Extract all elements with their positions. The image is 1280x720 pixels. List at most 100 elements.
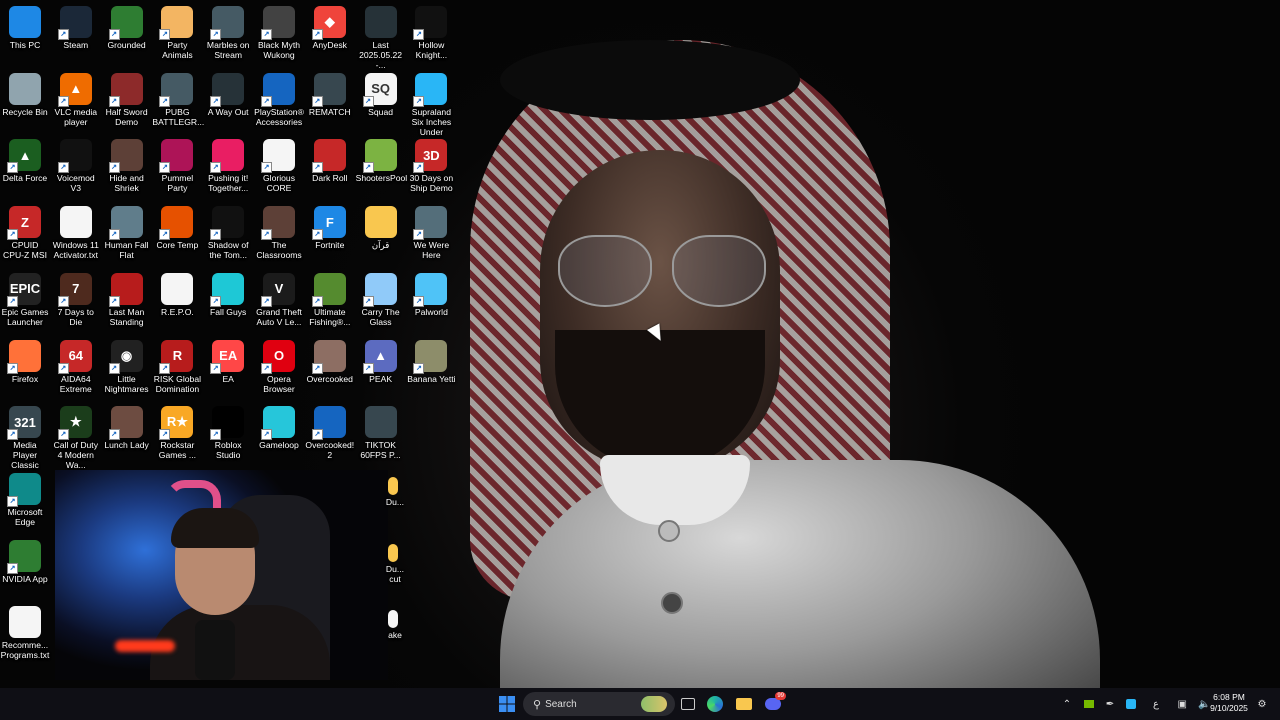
- desktop-icon[interactable]: ↗ Last Man Standing: [102, 269, 152, 336]
- desktop-icon[interactable]: ↗ Half Sword Demo: [102, 69, 152, 136]
- desktop-icon[interactable]: ↗ Ultimate Fishing®...: [305, 269, 355, 336]
- monitor-icon: [9, 6, 41, 38]
- tray-nvidia[interactable]: [1081, 694, 1097, 714]
- desktop-icon[interactable]: ↗ Fall Guys: [203, 269, 253, 336]
- desktop-icon[interactable]: ↗ Grounded: [102, 2, 152, 69]
- desktop-icon[interactable]: ★ ↗ Call of Duty 4 Modern Wa...: [51, 402, 101, 470]
- taskbar-file-explorer-button[interactable]: [731, 692, 757, 716]
- desktop-icon[interactable]: Windows 11 Activator.txt: [51, 202, 101, 269]
- desktop-icon[interactable]: ↗ Overcooked! 2: [305, 402, 355, 469]
- task-view-button[interactable]: [675, 692, 701, 716]
- desktop-icon[interactable]: ↗ PlayStation® Accessories: [254, 69, 304, 136]
- desktop-icon[interactable]: ↗ Pummel Party: [152, 135, 202, 202]
- media-player-icon: 321 ↗: [7, 406, 41, 441]
- taskbar-discord-button[interactable]: 99: [760, 692, 786, 716]
- desktop-icon-label: Last Man Standing: [108, 306, 145, 327]
- chevron-up-icon: ⌃: [1062, 698, 1072, 710]
- taskbar-search-box[interactable]: ⚲ Search: [523, 692, 675, 716]
- desktop-icon[interactable]: R.E.P.O.: [152, 269, 202, 336]
- desktop-icon[interactable]: ↗ PUBG BATTLEGR...: [152, 69, 204, 136]
- start-button[interactable]: [494, 692, 520, 716]
- desktop-icon[interactable]: R★ ↗ Rockstar Games ...: [152, 402, 202, 469]
- carry-the-glass-icon: ↗: [362, 272, 397, 307]
- desktop-icon-partial[interactable]: ake: [384, 606, 406, 673]
- desktop-icon[interactable]: ↗ ShootersPool: [356, 135, 407, 202]
- desktop-icon[interactable]: ▲ ↗ VLC media player: [51, 69, 101, 136]
- desktop-icon[interactable]: ↗ Supraland Six Inches Under: [406, 69, 456, 137]
- cod4-icon: ★ ↗: [57, 406, 92, 441]
- desktop-icon[interactable]: ↗ Shadow of the Tom...: [203, 202, 253, 269]
- taskbar-edge-button[interactable]: [702, 692, 728, 716]
- taskbar-clock[interactable]: 6:08 PM 9/10/2025: [1204, 692, 1254, 714]
- desktop-icon[interactable]: ↗ Banana Yetti: [406, 336, 456, 403]
- shortcut-arrow-icon: ↗: [57, 29, 69, 40]
- shortcut-arrow-icon: ↗: [159, 95, 171, 107]
- desktop-icon[interactable]: ↗ Overcooked: [305, 336, 355, 403]
- desktop-icon[interactable]: 321 ↗ Media Player Classic: [0, 402, 50, 470]
- desktop-icon[interactable]: ◉ ↗ Little Nightmares: [102, 336, 152, 403]
- tray-security[interactable]: [1123, 694, 1139, 714]
- dark-roll-icon: ↗: [311, 139, 346, 174]
- desktop-icon[interactable]: ↗ Firefox: [0, 336, 50, 403]
- desktop-icon[interactable]: Recycle Bin: [0, 69, 50, 136]
- desktop-icon[interactable]: 7 ↗ 7 Days to Die: [51, 269, 101, 336]
- delta-force-icon: ▲ ↗: [7, 139, 41, 174]
- desktop-icon[interactable]: EA ↗ EA: [203, 336, 253, 403]
- desktop-icon[interactable]: ↗ Party Animals: [152, 2, 202, 69]
- wallpaper-thobe: [500, 460, 1100, 688]
- desktop-icon[interactable]: ↗ We Were Here: [406, 202, 456, 269]
- desktop-icon[interactable]: ▲ ↗ PEAK: [356, 336, 406, 403]
- desktop-icon[interactable]: ↗ Glorious CORE: [254, 135, 304, 202]
- tray-pen[interactable]: ✒: [1102, 694, 1118, 714]
- desktop-icon[interactable]: ◆ ↗ AnyDesk: [305, 2, 355, 69]
- desktop-icon[interactable]: This PC: [0, 2, 50, 69]
- desktop-icon[interactable]: 64 ↗ AIDA64 Extreme: [51, 336, 101, 403]
- 30-days-icon: 3D ↗: [413, 139, 448, 174]
- desktop-icon[interactable]: Recomme... Programs.txt: [0, 602, 50, 669]
- desktop-icon-partial[interactable]: Du...: [384, 473, 406, 540]
- desktop-icon[interactable]: O ↗ Opera Browser: [254, 336, 304, 403]
- show-hidden-icons-button[interactable]: ⌃: [1060, 694, 1074, 714]
- desktop-icon[interactable]: ↗ Steam: [51, 2, 101, 69]
- shortcut-arrow-icon: ↗: [210, 95, 222, 107]
- desktop-icon[interactable]: ↗ Carry The Glass: [356, 269, 406, 336]
- desktop-icon[interactable]: ↗ Gameloop: [254, 402, 304, 469]
- shortcut-arrow-icon: ↗: [108, 162, 120, 174]
- desktop-icon[interactable]: 3D ↗ 30 Days on Ship Demo: [406, 135, 456, 202]
- desktop-icon[interactable]: قرآن: [356, 202, 406, 269]
- tray-language[interactable]: ع: [1148, 694, 1164, 714]
- desktop-icon[interactable]: ↗ Voicemod V3: [51, 135, 101, 202]
- desktop-icon-partial[interactable]: Du... cut: [384, 540, 406, 607]
- notification-center-button[interactable]: ⚙: [1255, 694, 1269, 714]
- desktop-icon[interactable]: ↗ The Classrooms: [254, 202, 304, 269]
- desktop-icon[interactable]: TIKTOK 60FPS P...: [356, 402, 406, 469]
- desktop-icon[interactable]: ↗ Black Myth Wukong: [254, 2, 304, 69]
- pushing-it-icon: ↗: [210, 139, 245, 174]
- desktop-icon[interactable]: ↗ A Way Out: [203, 69, 253, 136]
- desktop-icon[interactable]: ↗ Microsoft Edge: [0, 469, 50, 536]
- desktop-icon[interactable]: ↗ Pushing it! Together...: [203, 135, 253, 202]
- voicemod-icon: ↗: [57, 139, 92, 174]
- desktop-icon[interactable]: ↗ NVIDIA App: [0, 536, 50, 603]
- desktop-icon[interactable]: ↗ Hide and Shriek: [102, 135, 152, 202]
- desktop-icon[interactable]: Z ↗ CPUID CPU-Z MSI: [0, 202, 50, 269]
- desktop-icon[interactable]: EPIC ↗ Epic Games Launcher: [0, 269, 50, 336]
- desktop-icon[interactable]: V ↗ Grand Theft Auto V Le...: [254, 269, 304, 336]
- desktop-icon[interactable]: ↗ Hollow Knight...: [406, 2, 456, 69]
- desktop-icon[interactable]: ↗ Dark Roll: [305, 135, 355, 202]
- desktop-icon-label: Microsoft Edge: [7, 506, 43, 527]
- desktop-icon[interactable]: ↗ Human Fall Flat: [102, 202, 152, 269]
- desktop-icon[interactable]: ↗ Palworld: [406, 269, 456, 336]
- desktop-icon[interactable]: ↗ Marbles on Stream: [203, 2, 253, 69]
- desktop-icon[interactable]: ↗ Core Temp: [152, 202, 202, 269]
- desktop-icon-label: Fortnite: [315, 240, 345, 251]
- desktop-icon[interactable]: ↗ Lunch Lady: [102, 402, 152, 469]
- desktop-icon-label: Overcooked: [306, 373, 353, 384]
- desktop-icon[interactable]: R ↗ RISK Global Domination: [152, 336, 202, 403]
- desktop-icon[interactable]: F ↗ Fortnite: [305, 202, 355, 269]
- desktop-icon[interactable]: Last 2025.05.22 -...: [356, 2, 406, 70]
- desktop-icon[interactable]: ↗ REMATCH: [305, 69, 355, 136]
- desktop-icon[interactable]: ▲ ↗ Delta Force: [0, 135, 50, 202]
- desktop-icon[interactable]: SQ ↗ Squad: [356, 69, 406, 136]
- desktop-icon[interactable]: ↗ Roblox Studio: [203, 402, 253, 469]
